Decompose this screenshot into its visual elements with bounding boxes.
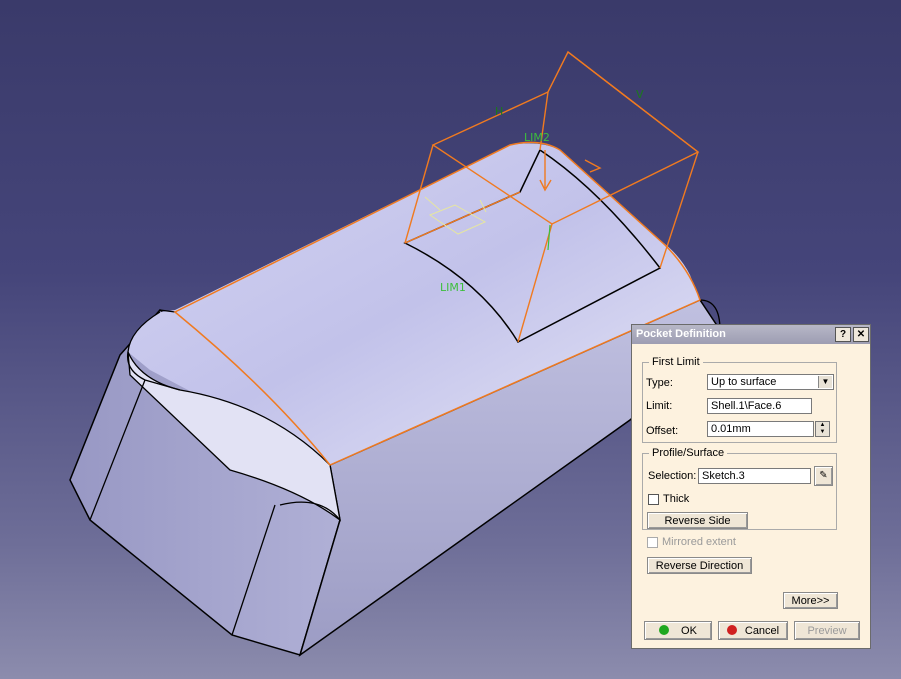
cancel-button[interactable]: Cancel [718, 621, 788, 640]
label-lim1: LIM1 [440, 281, 466, 294]
sketch-icon: ✎ [819, 470, 828, 481]
chevron-down-icon[interactable]: ▼ [818, 376, 832, 388]
offset-stepper[interactable]: ▲ ▼ [815, 421, 830, 437]
limit-label: Limit: [646, 400, 673, 412]
label-v: V [636, 88, 644, 101]
limit-field[interactable]: Shell.1\Face.6 [707, 398, 812, 414]
dialog-title: Pocket Definition [636, 328, 726, 340]
thick-label: Thick [663, 493, 690, 505]
ok-icon [659, 625, 670, 635]
type-value: Up to surface [711, 376, 777, 388]
stepper-down-icon[interactable]: ▼ [816, 429, 829, 436]
label-lim2: LIM2 [524, 131, 550, 144]
offset-field[interactable]: 0.01mm [707, 421, 814, 437]
close-button[interactable]: ✕ [853, 327, 869, 342]
selection-label: Selection: [648, 470, 697, 482]
first-limit-legend: First Limit [652, 356, 700, 368]
pocket-definition-dialog: Pocket Definition ? ✕ First Limit Type: … [631, 324, 871, 649]
preview-button[interactable]: Preview [794, 621, 860, 640]
selection-field[interactable]: Sketch.3 [698, 468, 811, 484]
cancel-label: Cancel [744, 625, 780, 637]
cancel-icon [726, 625, 737, 635]
type-label: Type: [646, 377, 673, 389]
ok-button[interactable]: OK [644, 621, 712, 640]
reverse-direction-button[interactable]: Reverse Direction [647, 557, 752, 574]
type-dropdown[interactable]: Up to surface ▼ [707, 374, 834, 390]
profile-surface-legend: Profile/Surface [652, 447, 725, 459]
dialog-titlebar[interactable]: Pocket Definition ? ✕ [632, 325, 870, 344]
ok-label: OK [681, 625, 697, 637]
help-button[interactable]: ? [835, 327, 851, 342]
sketcher-button[interactable]: ✎ [814, 466, 833, 486]
mirrored-extent-label: Mirrored extent [662, 536, 736, 548]
more-button[interactable]: More>> [783, 592, 838, 609]
label-h: H [495, 105, 503, 118]
offset-label: Offset: [646, 425, 679, 437]
reverse-side-button[interactable]: Reverse Side [647, 512, 748, 529]
stepper-up-icon[interactable]: ▲ [816, 422, 829, 429]
mirrored-extent-checkbox[interactable] [647, 537, 658, 548]
thick-checkbox[interactable] [648, 494, 659, 505]
